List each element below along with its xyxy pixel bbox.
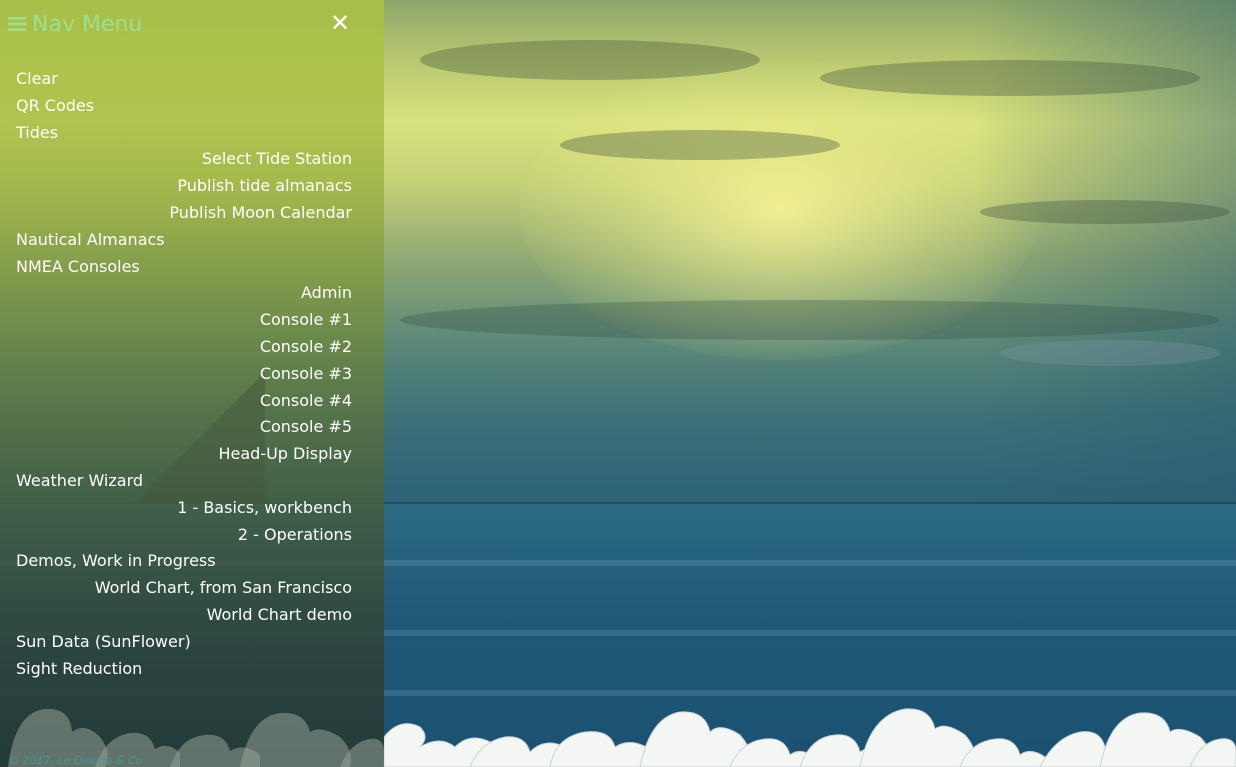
nav-menu-list: Clear QR Codes Tides Select Tide Station Pub…: [16, 66, 352, 682]
nav-item-console-3[interactable]: Console #3: [16, 361, 352, 388]
nav-item-admin[interactable]: Admin: [16, 280, 352, 307]
nav-item-select-tide-station[interactable]: Select Tide Station: [16, 146, 352, 173]
cloud: [560, 130, 840, 160]
nav-item-2-operations[interactable]: 2 - Operations: [16, 522, 352, 549]
hamburger-icon[interactable]: [8, 10, 26, 40]
nav-item-demos-work-in-progress[interactable]: Demos, Work in Progress: [16, 548, 352, 575]
nav-item-console-4[interactable]: Console #4: [16, 388, 352, 415]
cloud: [400, 300, 1220, 340]
nav-item-sight-reduction[interactable]: Sight Reduction: [16, 656, 352, 683]
nav-item-console-2[interactable]: Console #2: [16, 334, 352, 361]
cloud: [980, 200, 1230, 224]
close-icon[interactable]: ✕: [330, 8, 350, 38]
page: Nav Menu ✕ Clear QR Codes Tides Select Tide…: [0, 0, 1236, 767]
nav-item-world-chart-demo[interactable]: World Chart demo: [16, 602, 352, 629]
nav-item-1-basics-workbench[interactable]: 1 - Basics, workbench: [16, 495, 352, 522]
copyright-footer: © 2017, Le Diouris & Co: [8, 754, 143, 767]
nav-title: Nav Menu: [8, 10, 142, 40]
nav-panel: Nav Menu ✕ Clear QR Codes Tides Select Tide…: [0, 0, 384, 767]
nav-item-world-chart-from-san-francisco[interactable]: World Chart, from San Francisco: [16, 575, 352, 602]
nav-item-nautical-almanacs[interactable]: Nautical Almanacs: [16, 227, 352, 254]
nav-item-tides[interactable]: Tides: [16, 120, 352, 147]
nav-item-sun-data-sunflower[interactable]: Sun Data (SunFlower): [16, 629, 352, 656]
nav-item-qr-codes[interactable]: QR Codes: [16, 93, 352, 120]
nav-item-weather-wizard[interactable]: Weather Wizard: [16, 468, 352, 495]
nav-item-nmea-consoles[interactable]: NMEA Consoles: [16, 254, 352, 281]
cloud: [820, 60, 1200, 96]
nav-title-text: Nav Menu: [32, 12, 143, 37]
cloud: [420, 40, 760, 80]
nav-item-head-up-display[interactable]: Head-Up Display: [16, 441, 352, 468]
nav-item-clear[interactable]: Clear: [16, 66, 352, 93]
nav-item-publish-moon-calendar[interactable]: Publish Moon Calendar: [16, 200, 352, 227]
nav-item-publish-tide-almanacs[interactable]: Publish tide almanacs: [16, 173, 352, 200]
cloud: [1000, 340, 1220, 366]
nav-item-console-1[interactable]: Console #1: [16, 307, 352, 334]
nav-item-console-5[interactable]: Console #5: [16, 414, 352, 441]
